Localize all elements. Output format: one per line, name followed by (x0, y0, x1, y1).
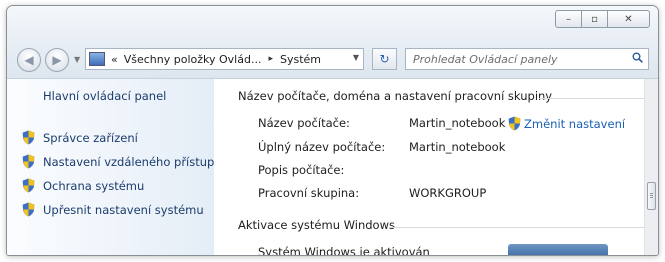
genuine-windows-banner (508, 244, 608, 255)
breadcrumb-all-items[interactable]: Všechny položky Ovlád... (124, 53, 262, 66)
uac-shield-icon (22, 130, 35, 145)
title-bar: – ▫ ✕ (7, 6, 658, 40)
workgroup-label: Pracovní skupina: (258, 186, 360, 200)
sidebar-item-label: Správce zařízení (43, 130, 138, 145)
uac-shield-icon (22, 178, 35, 193)
section-divider (539, 98, 644, 99)
sidebar-item-system-protection[interactable]: Ochrana systému (22, 178, 144, 193)
computer-name-value: Martin_notebook (409, 116, 506, 130)
search-box[interactable]: Prohledat Ovládací panely (405, 48, 649, 70)
full-computer-name-value: Martin_notebook (409, 140, 506, 154)
maximize-button[interactable]: ▫ (581, 10, 608, 28)
sidebar-item-remote-settings[interactable]: Nastavení vzdáleného přístupu (22, 154, 222, 169)
breadcrumb-prefix[interactable]: « (111, 53, 118, 66)
recent-pages-dropdown-icon[interactable]: ▼ (74, 55, 80, 64)
back-arrow-icon: ◀ (24, 53, 34, 67)
control-panel-icon (89, 52, 105, 66)
sidebar-item-advanced-settings[interactable]: Upřesnit nastavení systému (22, 202, 204, 217)
system-window: – ▫ ✕ ◀ ▶ ▼ « Všechny položky Ovlád... ▸… (6, 5, 659, 256)
uac-shield-icon (508, 116, 521, 131)
grip-line (650, 197, 653, 198)
sidebar-item-label: Nastavení vzdáleného přístupu (43, 154, 222, 169)
full-computer-name-label: Úplný název počítače: (258, 140, 386, 154)
change-settings-label: Změnit nastavení (524, 116, 626, 131)
grip-line (650, 195, 653, 196)
uac-shield-icon (22, 202, 35, 217)
main-content: Název počítače, doména a nastavení praco… (214, 79, 644, 255)
uac-shield-icon (22, 154, 35, 169)
minimize-button[interactable]: – (555, 10, 582, 28)
section-divider (389, 227, 644, 228)
address-dropdown-icon[interactable]: ▼ (353, 53, 359, 62)
sidebar-item-label: Ochrana systému (43, 178, 145, 193)
refresh-icon: ↻ (379, 52, 390, 66)
breadcrumb-system[interactable]: Systém (280, 53, 321, 66)
address-bar[interactable]: « Všechny položky Ovlád... ▸ Systém ▼ (85, 48, 364, 70)
scrollbar-thumb[interactable] (647, 182, 656, 210)
workgroup-value: WORKGROUP (409, 186, 487, 200)
forward-button[interactable]: ▶ (45, 48, 69, 72)
vertical-scrollbar[interactable] (644, 79, 658, 255)
forward-arrow-icon: ▶ (52, 53, 62, 67)
section-title-activation: Aktivace systému Windows (238, 218, 395, 232)
maximize-icon: ▫ (591, 13, 598, 25)
search-placeholder: Prohledat Ovládací panely (413, 53, 558, 66)
navigation-bar: ◀ ▶ ▼ « Všechny položky Ovlád... ▸ Systé… (7, 40, 658, 79)
sidebar-home-link[interactable]: Hlavní ovládací panel (43, 89, 166, 103)
search-icon[interactable] (632, 52, 643, 63)
minimize-icon: – (566, 13, 571, 25)
computer-name-label: Název počítače: (258, 116, 350, 130)
task-sidebar: Hlavní ovládací panel Správce zařízení N… (7, 79, 222, 255)
sidebar-item-device-manager[interactable]: Správce zařízení (22, 130, 138, 145)
change-settings-link[interactable]: Změnit nastavení (508, 116, 625, 131)
sidebar-item-label: Upřesnit nastavení systému (43, 202, 204, 217)
computer-description-label: Popis počítače: (258, 163, 345, 177)
close-button[interactable]: ✕ (607, 10, 650, 28)
close-icon: ✕ (624, 13, 633, 25)
back-button[interactable]: ◀ (17, 48, 41, 72)
caption-buttons: – ▫ ✕ (555, 10, 650, 28)
breadcrumb-separator-icon[interactable]: ▸ (268, 54, 273, 64)
section-title-computer-name: Název počítače, doména a nastavení praco… (238, 89, 553, 103)
activation-status-text: Systém Windows je aktivován (258, 245, 430, 256)
refresh-button[interactable]: ↻ (372, 48, 397, 70)
grip-line (650, 193, 653, 194)
